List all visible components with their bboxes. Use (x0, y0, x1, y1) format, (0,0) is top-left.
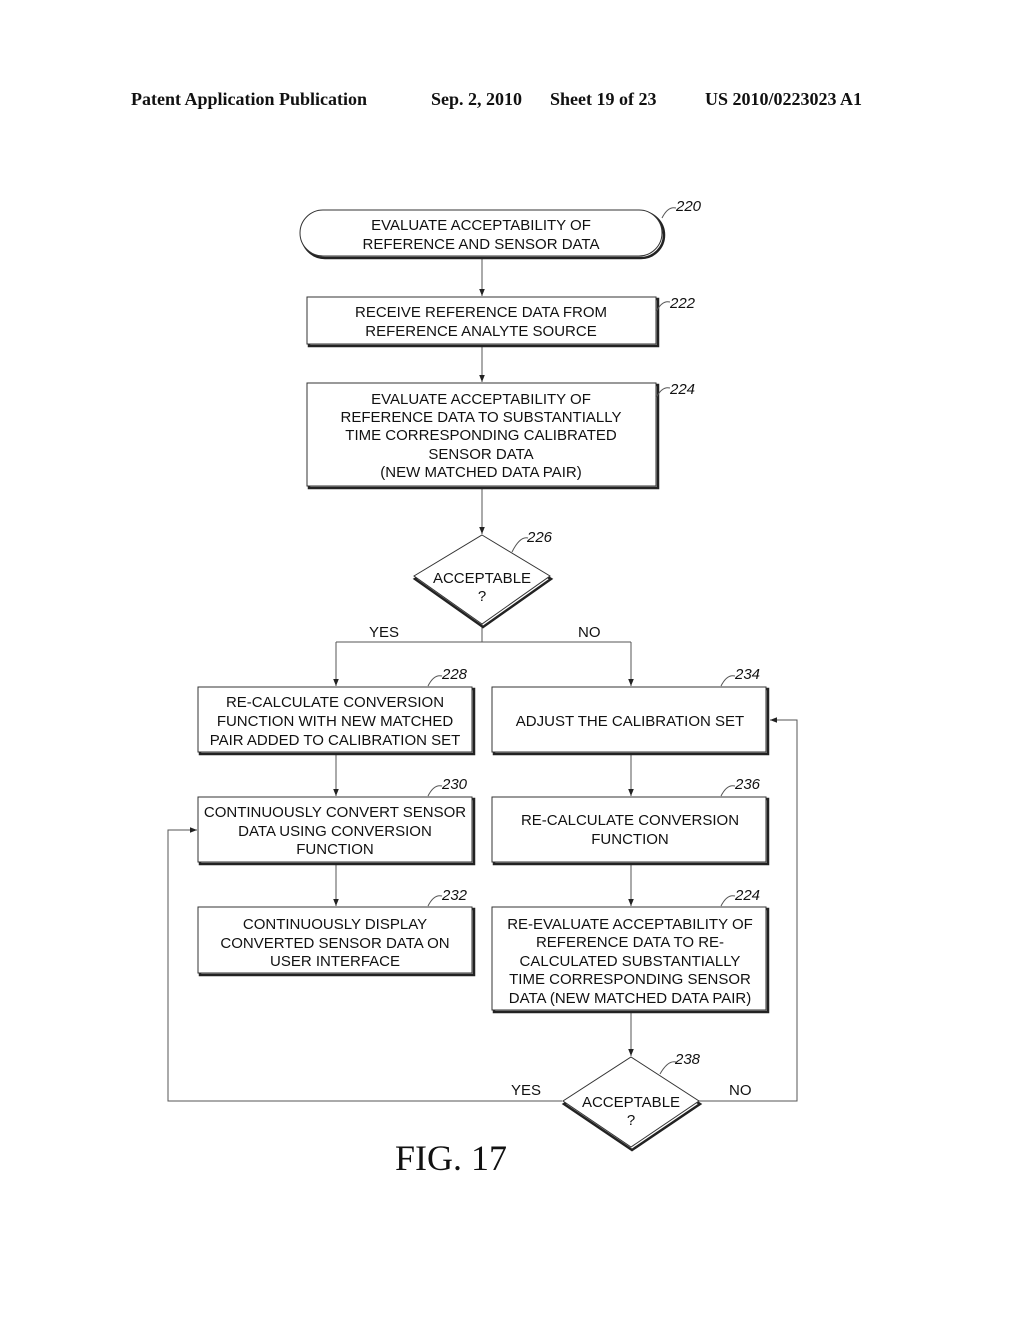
node-230-line-3: FUNCTION (296, 841, 374, 858)
node-220-ref: 220 (675, 198, 702, 215)
node-236-line-1: RE-CALCULATE CONVERSION (521, 812, 739, 829)
node-224b-line-5: DATA (NEW MATCHED DATA PAIR) (509, 990, 752, 1007)
node-224-line-1: EVALUATE ACCEPTABILITY OF (371, 391, 591, 408)
node-230-line-2: DATA USING CONVERSION (238, 823, 432, 840)
node-238-decision: ACCEPTABLE ? 238 (561, 1051, 703, 1152)
node-224b: RE-EVALUATE ACCEPTABILITY OF REFERENCE D… (491, 887, 770, 1014)
node-224-line-3: TIME CORRESPONDING CALIBRATED (345, 427, 617, 444)
node-234: ADJUST THE CALIBRATION SET 234 (491, 666, 770, 756)
node-234-ref: 234 (734, 666, 760, 683)
node-226-decision: ACCEPTABLE ? 226 (412, 529, 554, 629)
node-220-start: EVALUATE ACCEPTABILITY OF REFERENCE AND … (299, 198, 702, 260)
node-228-ref: 228 (441, 666, 468, 683)
ref-leader (659, 1061, 677, 1075)
ref-leader (720, 675, 736, 687)
figure-label: FIG. 17 (395, 1138, 507, 1178)
node-220-line-2: REFERENCE AND SENSOR DATA (363, 236, 600, 253)
node-224b-line-2: REFERENCE DATA TO RE- (536, 934, 724, 951)
node-236: RE-CALCULATE CONVERSION FUNCTION 236 (491, 776, 770, 866)
node-224-line-2: REFERENCE DATA TO SUBSTANTIALLY (341, 409, 622, 426)
node-226-line-2: ? (478, 588, 486, 605)
node-228-line-3: PAIR ADDED TO CALIBRATION SET (210, 732, 461, 749)
node-230-line-1: CONTINUOUSLY CONVERT SENSOR (204, 804, 466, 821)
node-224b-line-1: RE-EVALUATE ACCEPTABILITY OF (507, 916, 753, 933)
node-232-ref: 232 (441, 887, 468, 904)
node-228-line-2: FUNCTION WITH NEW MATCHED (217, 713, 454, 730)
node-222-line-1: RECEIVE REFERENCE DATA FROM (355, 304, 607, 321)
node-222-line-2: REFERENCE ANALYTE SOURCE (365, 323, 596, 340)
node-220-line-1: EVALUATE ACCEPTABILITY OF (371, 217, 591, 234)
ref-leader (720, 785, 736, 797)
node-232-line-3: USER INTERFACE (270, 953, 400, 970)
node-226-ref: 226 (526, 529, 553, 546)
node-224b-line-4: TIME CORRESPONDING SENSOR (509, 971, 751, 988)
node-224-line-5: (NEW MATCHED DATA PAIR) (380, 464, 581, 481)
flowchart: EVALUATE ACCEPTABILITY OF REFERENCE AND … (167, 198, 798, 1178)
decision-238-no-label: NO (729, 1082, 752, 1099)
node-238-line-2: ? (627, 1112, 635, 1129)
ref-leader (427, 785, 443, 797)
decision-226-no-label: NO (578, 624, 601, 641)
ref-leader (427, 675, 443, 687)
node-236-ref: 236 (734, 776, 761, 793)
node-230-ref: 230 (441, 776, 468, 793)
ref-leader (720, 895, 736, 907)
ref-leader (427, 895, 443, 907)
node-232-line-2: CONVERTED SENSOR DATA ON (220, 935, 449, 952)
node-224: EVALUATE ACCEPTABILITY OF REFERENCE DATA… (306, 381, 695, 490)
decision-238-yes-label: YES (511, 1082, 541, 1099)
node-224b-ref: 224 (734, 887, 760, 904)
node-224b-line-3: CALCULATED SUBSTANTIALLY (520, 953, 741, 970)
node-226-line-1: ACCEPTABLE (433, 570, 531, 587)
node-238-line-1: ACCEPTABLE (582, 1094, 680, 1111)
node-224-line-4: SENSOR DATA (428, 446, 533, 463)
ref-leader (661, 207, 677, 219)
node-222-ref: 222 (669, 295, 696, 312)
node-232-line-1: CONTINUOUSLY DISPLAY (243, 916, 427, 933)
node-234-line-1: ADJUST THE CALIBRATION SET (516, 713, 744, 730)
decision-226-yes-label: YES (369, 624, 399, 641)
node-224-ref: 224 (669, 381, 695, 398)
node-238-ref: 238 (674, 1051, 701, 1068)
ref-leader (511, 537, 529, 553)
node-236-line-2: FUNCTION (591, 831, 669, 848)
node-222: RECEIVE REFERENCE DATA FROM REFERENCE AN… (306, 295, 696, 348)
node-228-line-1: RE-CALCULATE CONVERSION (226, 694, 444, 711)
branch-226-split (336, 624, 483, 643)
